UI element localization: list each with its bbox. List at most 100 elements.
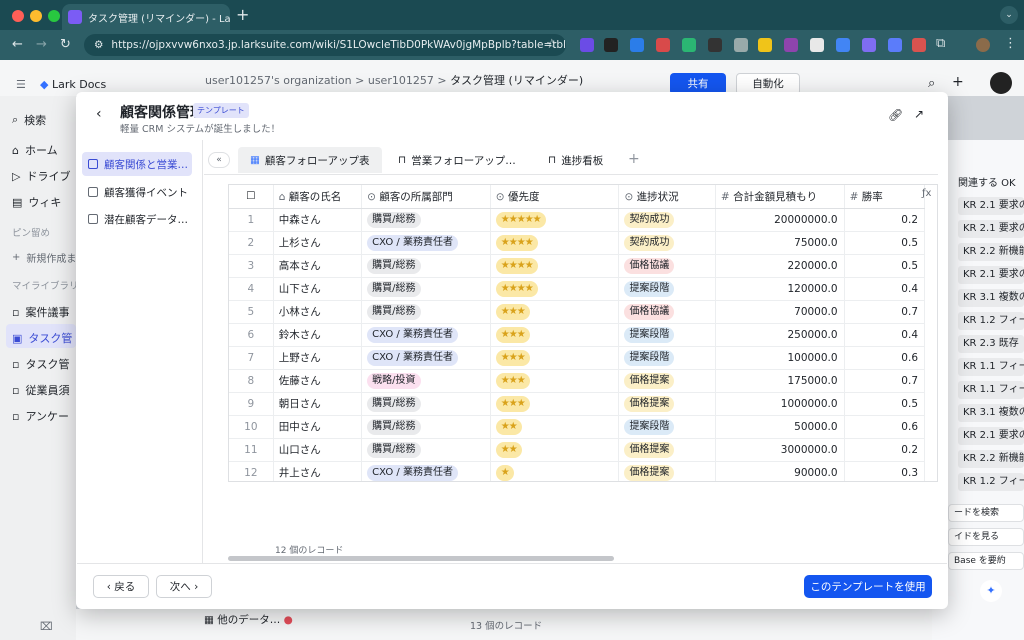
- cell-dept[interactable]: 購買/総務: [361, 208, 491, 232]
- extension-icon[interactable]: [862, 38, 876, 52]
- cell-win-rate[interactable]: 0.6: [844, 415, 926, 439]
- cell-priority[interactable]: ★★★: [490, 369, 620, 393]
- cell-dept[interactable]: CXO / 業務責任者: [361, 231, 491, 255]
- extension-icon[interactable]: [734, 38, 748, 52]
- cell-win-rate[interactable]: 0.2: [844, 438, 926, 462]
- cell-dept[interactable]: 購買/総務: [361, 415, 491, 439]
- cell-dept[interactable]: 購買/総務: [361, 438, 491, 462]
- extension-icon[interactable]: [784, 38, 798, 52]
- cell-amount[interactable]: 70000.0: [715, 300, 845, 324]
- maximize-window-button[interactable]: [48, 10, 60, 22]
- cell-priority[interactable]: ★★★: [490, 392, 620, 416]
- extension-icon[interactable]: [708, 38, 722, 52]
- okr-item[interactable]: KR 1.1 フィー: [958, 381, 1024, 399]
- okr-item[interactable]: KR 3.1 複数の: [958, 404, 1024, 422]
- cell-priority[interactable]: ★★★★★: [490, 208, 620, 232]
- cell-status[interactable]: 価格協議: [618, 300, 716, 324]
- table-row[interactable]: 12 井上さん CXO / 業務責任者 ★ 価格提案 90000.0 0.3: [229, 461, 926, 481]
- cell-win-rate[interactable]: 0.2: [844, 208, 926, 232]
- extension-icon[interactable]: [682, 38, 696, 52]
- cell-priority[interactable]: ★★★: [490, 323, 620, 347]
- cell-win-rate[interactable]: 0.5: [844, 231, 926, 255]
- cell-status[interactable]: 提案段階: [618, 277, 716, 301]
- column-header-amount[interactable]: # 合計金額見積もり: [715, 185, 845, 209]
- sidebar-library-item[interactable]: ▫ アンケー: [12, 408, 69, 424]
- cell-status[interactable]: 提案段階: [618, 415, 716, 439]
- cell-status[interactable]: 提案段階: [618, 346, 716, 370]
- nav-item-customer-sales[interactable]: 顧客関係と営業…: [82, 152, 192, 176]
- cell-status[interactable]: 提案段階: [618, 323, 716, 347]
- puzzle-icon[interactable]: ⧉: [936, 36, 945, 51]
- table-row[interactable]: 9 朝日さん 購買/総務 ★★★ 価格提案 1000000.0 0.5: [229, 392, 926, 416]
- close-window-button[interactable]: [12, 10, 24, 22]
- guide-button[interactable]: イドを見る: [948, 528, 1024, 546]
- extension-icon[interactable]: [630, 38, 644, 52]
- cell-win-rate[interactable]: 0.5: [844, 392, 926, 416]
- collapse-nav-icon[interactable]: «: [208, 152, 230, 168]
- okr-item[interactable]: KR 2.2 新機能: [958, 243, 1024, 261]
- sidebar-item-home[interactable]: ⌂ ホーム: [12, 142, 58, 158]
- column-header-status[interactable]: ⊙ 進捗状況: [618, 185, 716, 209]
- cell-amount[interactable]: 250000.0: [715, 323, 845, 347]
- new-tab-button[interactable]: +: [236, 5, 249, 24]
- okr-item[interactable]: KR 1.2 フィー: [958, 312, 1024, 330]
- address-bar[interactable]: ⚙ https://ojpxvvw6nxo3.jp.larksuite.com/…: [84, 34, 566, 56]
- cell-status[interactable]: 契約成功: [618, 208, 716, 232]
- trash-icon[interactable]: ⌧: [40, 620, 53, 633]
- cell-dept[interactable]: CXO / 業務責任者: [361, 461, 491, 481]
- add-view-icon[interactable]: +: [628, 151, 640, 167]
- okr-item[interactable]: KR 2.1 要求の: [958, 266, 1024, 284]
- okr-item[interactable]: KR 1.1 フィー: [958, 358, 1024, 376]
- extension-icon[interactable]: [656, 38, 670, 52]
- cell-customer-name[interactable]: 小林さん: [273, 300, 363, 324]
- cell-customer-name[interactable]: 佐藤さん: [273, 369, 363, 393]
- record-search-button[interactable]: ードを検索: [948, 504, 1024, 522]
- extension-icon[interactable]: [758, 38, 772, 52]
- cell-priority[interactable]: ★★★: [490, 300, 620, 324]
- cell-status[interactable]: 価格提案: [618, 392, 716, 416]
- other-data-tab[interactable]: ▦ 他のデータ… ●: [204, 612, 293, 627]
- tab-customer-followup[interactable]: ▦ 顧客フォローアップ表: [238, 147, 382, 173]
- cell-amount[interactable]: 90000.0: [715, 461, 845, 481]
- forward-arrow-icon[interactable]: →: [36, 37, 47, 52]
- cell-customer-name[interactable]: 中森さん: [273, 208, 363, 232]
- tab-progress-board[interactable]: ⊓ 進捗看板: [536, 147, 615, 173]
- cell-status[interactable]: 価格提案: [618, 369, 716, 393]
- cell-win-rate[interactable]: 0.7: [844, 300, 926, 324]
- horizontal-scrollbar[interactable]: [228, 556, 614, 561]
- cell-priority[interactable]: ★: [490, 461, 620, 481]
- extension-icon[interactable]: [810, 38, 824, 52]
- table-row[interactable]: 6 鈴木さん CXO / 業務責任者 ★★★ 提案段階 250000.0 0.4: [229, 323, 926, 347]
- extension-icon[interactable]: [888, 38, 902, 52]
- cell-dept[interactable]: 購買/総務: [361, 254, 491, 278]
- cell-amount[interactable]: 20000000.0: [715, 208, 845, 232]
- profile-avatar[interactable]: [976, 38, 990, 52]
- cell-dept[interactable]: 戦略/投資: [361, 369, 491, 393]
- sidebar-library-item[interactable]: ▫ 案件議事: [12, 304, 69, 320]
- summarize-button[interactable]: Base を要約: [948, 552, 1024, 570]
- cell-status[interactable]: 価格協議: [618, 254, 716, 278]
- cell-win-rate[interactable]: 0.4: [844, 323, 926, 347]
- extension-icon[interactable]: [836, 38, 850, 52]
- okr-item[interactable]: KR 2.1 要求の: [958, 427, 1024, 445]
- cell-customer-name[interactable]: 朝日さん: [273, 392, 363, 416]
- formula-field-icon[interactable]: ƒx: [922, 188, 931, 199]
- cell-priority[interactable]: ★★★★: [490, 231, 620, 255]
- cell-priority[interactable]: ★★★★: [490, 254, 620, 278]
- nav-item-prospect-data[interactable]: 潜在顧客データ…: [82, 207, 192, 231]
- okr-item[interactable]: KR 2.1 要求の: [958, 220, 1024, 238]
- sidebar-library-item[interactable]: ▫ 従業員須: [12, 382, 69, 398]
- cell-amount[interactable]: 1000000.0: [715, 392, 845, 416]
- cell-dept[interactable]: 購買/総務: [361, 300, 491, 324]
- okr-item[interactable]: KR 2.1 要求の: [958, 197, 1024, 215]
- table-row[interactable]: 5 小林さん 購買/総務 ★★★ 価格協議 70000.0 0.7: [229, 300, 926, 324]
- extension-icon[interactable]: [604, 38, 618, 52]
- cell-customer-name[interactable]: 高本さん: [273, 254, 363, 278]
- okr-item[interactable]: KR 3.1 複数の: [958, 289, 1024, 307]
- ai-sparkle-icon[interactable]: ✦: [980, 580, 1002, 602]
- cell-amount[interactable]: 50000.0: [715, 415, 845, 439]
- cell-amount[interactable]: 120000.0: [715, 277, 845, 301]
- sidebar-item-wiki[interactable]: ▤ ウィキ: [12, 194, 61, 210]
- cell-win-rate[interactable]: 0.5: [844, 254, 926, 278]
- cell-priority[interactable]: ★★★★: [490, 277, 620, 301]
